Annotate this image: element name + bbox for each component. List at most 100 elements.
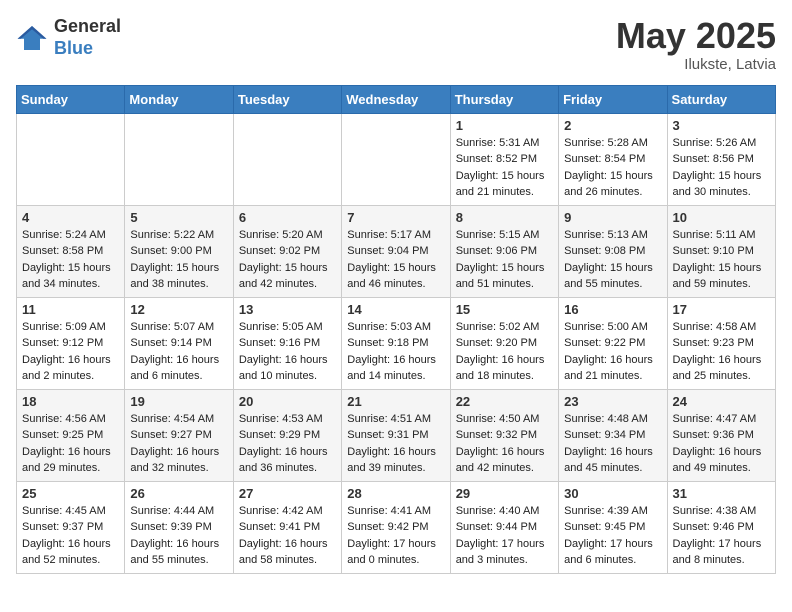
day-info: Sunrise: 5:09 AMSunset: 9:12 PMDaylight:…	[22, 319, 119, 385]
weekday-header-monday: Monday	[125, 85, 233, 113]
calendar-cell: 3 Sunrise: 5:26 AMSunset: 8:56 PMDaylight…	[667, 113, 775, 205]
day-number: 1	[456, 118, 553, 133]
day-info: Sunrise: 4:53 AMSunset: 9:29 PMDaylight:…	[239, 411, 336, 477]
day-number: 14	[347, 302, 444, 317]
day-info: Sunrise: 5:03 AMSunset: 9:18 PMDaylight:…	[347, 319, 444, 385]
day-info: Sunrise: 4:41 AMSunset: 9:42 PMDaylight:…	[347, 503, 444, 569]
weekday-header-saturday: Saturday	[667, 85, 775, 113]
day-number: 28	[347, 486, 444, 501]
day-info: Sunrise: 5:11 AMSunset: 9:10 PMDaylight:…	[673, 227, 770, 293]
calendar-cell	[125, 113, 233, 205]
day-info: Sunrise: 4:56 AMSunset: 9:25 PMDaylight:…	[22, 411, 119, 477]
day-number: 23	[564, 394, 661, 409]
calendar-cell: 28 Sunrise: 4:41 AMSunset: 9:42 PMDayligh…	[342, 481, 450, 573]
day-info: Sunrise: 4:50 AMSunset: 9:32 PMDaylight:…	[456, 411, 553, 477]
day-number: 29	[456, 486, 553, 501]
day-number: 31	[673, 486, 770, 501]
calendar-cell: 16 Sunrise: 5:00 AMSunset: 9:22 PMDayligh…	[559, 297, 667, 389]
calendar-cell: 15 Sunrise: 5:02 AMSunset: 9:20 PMDayligh…	[450, 297, 558, 389]
day-number: 4	[22, 210, 119, 225]
calendar-cell: 7 Sunrise: 5:17 AMSunset: 9:04 PMDaylight…	[342, 205, 450, 297]
calendar-cell	[233, 113, 341, 205]
day-info: Sunrise: 5:15 AMSunset: 9:06 PMDaylight:…	[456, 227, 553, 293]
day-info: Sunrise: 5:31 AMSunset: 8:52 PMDaylight:…	[456, 135, 553, 201]
calendar-cell: 26 Sunrise: 4:44 AMSunset: 9:39 PMDayligh…	[125, 481, 233, 573]
day-number: 26	[130, 486, 227, 501]
title-block: May 2025 Ilukste, Latvia	[616, 16, 776, 73]
calendar-cell: 23Sunrise: 4:48 AMSunset: 9:34 PMDayligh…	[559, 389, 667, 481]
logo-text: General Blue	[54, 16, 121, 59]
day-number: 24	[673, 394, 770, 409]
day-info: Sunrise: 4:47 AMSunset: 9:36 PMDaylight:…	[673, 411, 770, 477]
calendar-cell: 11 Sunrise: 5:09 AMSunset: 9:12 PMDayligh…	[17, 297, 125, 389]
day-info: Sunrise: 5:00 AMSunset: 9:22 PMDaylight:…	[564, 319, 661, 385]
logo-icon	[16, 24, 48, 52]
day-number: 16	[564, 302, 661, 317]
calendar-cell: 5 Sunrise: 5:22 AMSunset: 9:00 PMDaylight…	[125, 205, 233, 297]
calendar-cell	[342, 113, 450, 205]
logo-blue: Blue	[54, 38, 121, 60]
day-info: Sunrise: 4:44 AMSunset: 9:39 PMDaylight:…	[130, 503, 227, 569]
calendar-body: 1 Sunrise: 5:31 AMSunset: 8:52 PMDaylight…	[17, 113, 776, 573]
calendar-table: SundayMondayTuesdayWednesdayThursdayFrid…	[16, 85, 776, 574]
calendar-cell: 10 Sunrise: 5:11 AMSunset: 9:10 PMDayligh…	[667, 205, 775, 297]
weekday-header-thursday: Thursday	[450, 85, 558, 113]
calendar-cell: 22 Sunrise: 4:50 AMSunset: 9:32 PMDayligh…	[450, 389, 558, 481]
day-number: 18	[22, 394, 119, 409]
calendar-week-row: 11 Sunrise: 5:09 AMSunset: 9:12 PMDayligh…	[17, 297, 776, 389]
day-number: 15	[456, 302, 553, 317]
day-info: Sunrise: 5:28 AMSunset: 8:54 PMDaylight:…	[564, 135, 661, 201]
calendar-cell: 19Sunrise: 4:54 AMSunset: 9:27 PMDayligh…	[125, 389, 233, 481]
day-number: 11	[22, 302, 119, 317]
calendar-cell: 2 Sunrise: 5:28 AMSunset: 8:54 PMDaylight…	[559, 113, 667, 205]
day-number: 27	[239, 486, 336, 501]
day-info: Sunrise: 5:07 AMSunset: 9:14 PMDaylight:…	[130, 319, 227, 385]
calendar-cell: 17Sunrise: 4:58 AMSunset: 9:23 PMDayligh…	[667, 297, 775, 389]
calendar-week-row: 1 Sunrise: 5:31 AMSunset: 8:52 PMDaylight…	[17, 113, 776, 205]
day-info: Sunrise: 5:24 AMSunset: 8:58 PMDaylight:…	[22, 227, 119, 293]
calendar-week-row: 18 Sunrise: 4:56 AMSunset: 9:25 PMDayligh…	[17, 389, 776, 481]
calendar-cell: 25Sunrise: 4:45 AMSunset: 9:37 PMDayligh…	[17, 481, 125, 573]
day-number: 12	[130, 302, 227, 317]
calendar-cell: 13Sunrise: 5:05 AMSunset: 9:16 PMDayligh…	[233, 297, 341, 389]
location-subtitle: Ilukste, Latvia	[616, 56, 776, 73]
day-number: 22	[456, 394, 553, 409]
day-number: 7	[347, 210, 444, 225]
calendar-cell: 31Sunrise: 4:38 AMSunset: 9:46 PMDayligh…	[667, 481, 775, 573]
day-number: 2	[564, 118, 661, 133]
day-number: 21	[347, 394, 444, 409]
day-info: Sunrise: 5:26 AMSunset: 8:56 PMDaylight:…	[673, 135, 770, 201]
day-info: Sunrise: 5:22 AMSunset: 9:00 PMDaylight:…	[130, 227, 227, 293]
calendar-header: SundayMondayTuesdayWednesdayThursdayFrid…	[17, 85, 776, 113]
month-year-title: May 2025	[616, 16, 776, 56]
calendar-cell: 1 Sunrise: 5:31 AMSunset: 8:52 PMDaylight…	[450, 113, 558, 205]
calendar-cell: 18 Sunrise: 4:56 AMSunset: 9:25 PMDayligh…	[17, 389, 125, 481]
day-info: Sunrise: 4:45 AMSunset: 9:37 PMDaylight:…	[22, 503, 119, 569]
logo: General Blue	[16, 16, 121, 59]
day-number: 13	[239, 302, 336, 317]
day-info: Sunrise: 5:17 AMSunset: 9:04 PMDaylight:…	[347, 227, 444, 293]
weekday-header-row: SundayMondayTuesdayWednesdayThursdayFrid…	[17, 85, 776, 113]
calendar-cell: 6Sunrise: 5:20 AMSunset: 9:02 PMDaylight…	[233, 205, 341, 297]
day-info: Sunrise: 4:51 AMSunset: 9:31 PMDaylight:…	[347, 411, 444, 477]
day-info: Sunrise: 5:02 AMSunset: 9:20 PMDaylight:…	[456, 319, 553, 385]
calendar-week-row: 25Sunrise: 4:45 AMSunset: 9:37 PMDayligh…	[17, 481, 776, 573]
day-info: Sunrise: 4:40 AMSunset: 9:44 PMDaylight:…	[456, 503, 553, 569]
day-info: Sunrise: 4:58 AMSunset: 9:23 PMDaylight:…	[673, 319, 770, 385]
page-header: General Blue May 2025 Ilukste, Latvia	[16, 16, 776, 73]
calendar-cell: 27Sunrise: 4:42 AMSunset: 9:41 PMDayligh…	[233, 481, 341, 573]
calendar-cell: 4 Sunrise: 5:24 AMSunset: 8:58 PMDaylight…	[17, 205, 125, 297]
day-number: 10	[673, 210, 770, 225]
day-number: 3	[673, 118, 770, 133]
weekday-header-wednesday: Wednesday	[342, 85, 450, 113]
day-info: Sunrise: 4:39 AMSunset: 9:45 PMDaylight:…	[564, 503, 661, 569]
calendar-cell: 29 Sunrise: 4:40 AMSunset: 9:44 PMDayligh…	[450, 481, 558, 573]
weekday-header-tuesday: Tuesday	[233, 85, 341, 113]
weekday-header-sunday: Sunday	[17, 85, 125, 113]
day-number: 5	[130, 210, 227, 225]
calendar-cell: 24 Sunrise: 4:47 AMSunset: 9:36 PMDayligh…	[667, 389, 775, 481]
calendar-cell: 14 Sunrise: 5:03 AMSunset: 9:18 PMDayligh…	[342, 297, 450, 389]
day-info: Sunrise: 4:54 AMSunset: 9:27 PMDaylight:…	[130, 411, 227, 477]
calendar-cell	[17, 113, 125, 205]
calendar-week-row: 4 Sunrise: 5:24 AMSunset: 8:58 PMDaylight…	[17, 205, 776, 297]
